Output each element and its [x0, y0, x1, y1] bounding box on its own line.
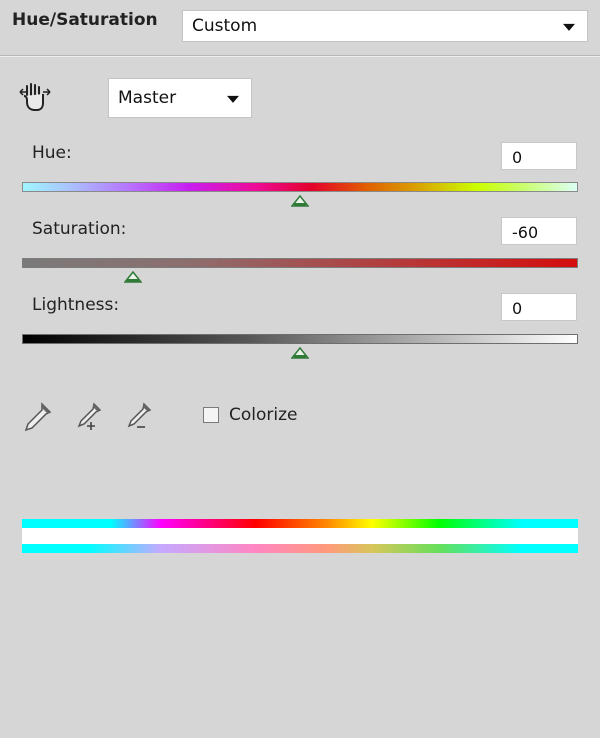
lightness-label: Lightness:: [32, 295, 120, 315]
eyedropper-icon[interactable]: [22, 402, 52, 434]
channel-dropdown[interactable]: Master: [108, 78, 252, 118]
hue-slider-thumb[interactable]: [291, 195, 309, 207]
channel-value: Master: [118, 88, 177, 108]
output-color-bar: [22, 544, 578, 553]
chevron-down-icon: [227, 95, 239, 103]
eyedropper-minus-icon[interactable]: [122, 402, 152, 434]
colorize-option[interactable]: Colorize: [203, 405, 298, 425]
input-color-bar: [22, 519, 578, 528]
hue-input[interactable]: 0: [501, 142, 577, 170]
colorize-label: Colorize: [229, 405, 298, 425]
chevron-down-icon: [563, 23, 575, 31]
saturation-input[interactable]: -60: [501, 217, 577, 245]
preset-dropdown[interactable]: Custom: [182, 10, 588, 42]
eyedropper-plus-icon[interactable]: [72, 402, 102, 434]
hue-label: Hue:: [32, 143, 72, 163]
saturation-slider-track[interactable]: [22, 258, 578, 268]
divider-highlight: [0, 56, 600, 57]
panel-title: Hue/Saturation: [12, 10, 158, 30]
lightness-input[interactable]: 0: [501, 293, 577, 321]
saturation-slider-thumb[interactable]: [124, 271, 143, 283]
hand-scrub-icon[interactable]: [18, 80, 52, 114]
lightness-slider-track[interactable]: [22, 334, 578, 344]
color-bar-gap: [22, 528, 578, 544]
hue-slider-track[interactable]: [22, 182, 578, 192]
colorize-checkbox[interactable]: [203, 407, 219, 423]
saturation-label: Saturation:: [32, 219, 127, 239]
preset-value: Custom: [192, 16, 258, 36]
lightness-slider-thumb[interactable]: [291, 347, 309, 359]
hue-saturation-panel: Hue/Saturation Custom Master Hue: 0 Satu…: [0, 0, 600, 738]
